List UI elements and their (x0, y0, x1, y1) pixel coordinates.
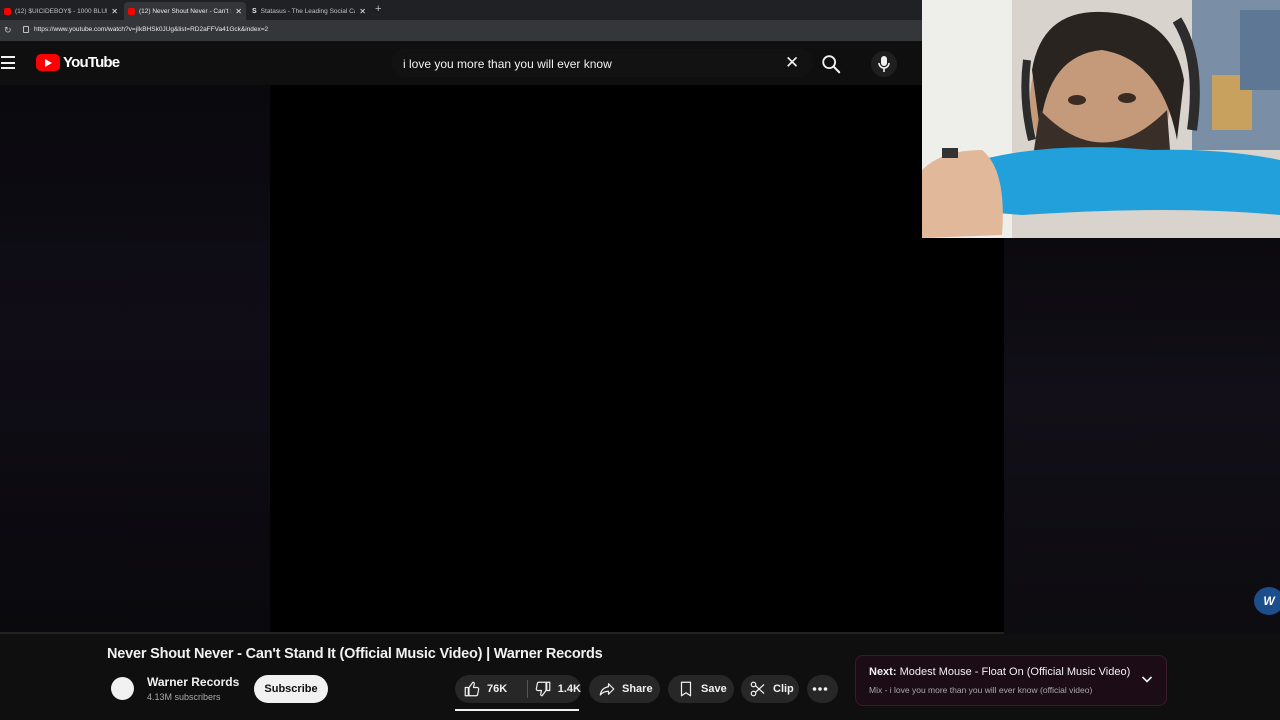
close-tab-icon[interactable]: ✕ (111, 7, 118, 16)
video-player[interactable] (0, 85, 1004, 634)
next-up-card[interactable]: Next: Modest Mouse - Float On (Official … (855, 655, 1167, 706)
share-icon (599, 683, 615, 696)
like-button[interactable]: 76K (455, 680, 527, 698)
like-count: 76K (487, 683, 508, 695)
next-video-title: Modest Mouse - Float On (Official Music … (899, 666, 1131, 678)
clip-label: Clip (773, 683, 794, 695)
ambient-glow-right (1004, 238, 1280, 634)
youtube-favicon-icon (4, 7, 11, 15)
like-dislike-group: 76K 1.4K (455, 675, 581, 703)
microphone-icon (878, 56, 890, 72)
subscriber-count: 4.13M subscribers (147, 692, 221, 702)
video-progress-bar[interactable] (0, 632, 1004, 634)
browser-tab-2[interactable]: (12) Never Shout Never - Can't Stand It … (124, 2, 246, 20)
tab-title: (12) Never Shout Never - Can't Stand It (139, 7, 231, 15)
youtube-wordmark: YouTube (63, 54, 120, 71)
subscribe-button[interactable]: Subscribe (254, 675, 328, 703)
clip-button[interactable]: Clip (741, 675, 799, 703)
next-up-title-line: Next: Modest Mouse - Float On (Official … (869, 666, 1130, 678)
thumbs-up-icon (464, 681, 480, 697)
chevron-down-icon[interactable] (1140, 672, 1154, 686)
save-button[interactable]: Save (668, 675, 734, 703)
share-label: Share (622, 683, 653, 695)
dislike-count: 1.4K (557, 683, 581, 695)
ambient-glow (0, 85, 270, 634)
address-bar: ↻ https://www.youtube.com/watch?v=jIkBHS… (0, 20, 922, 41)
browser-tab-bar: (12) $UICIDEBOY$ - 1000 BLUNTS ✕ (12) Ne… (0, 0, 922, 20)
next-playlist: Mix - i love you more than you will ever… (869, 685, 1093, 695)
channel-name[interactable]: Warner Records (147, 675, 239, 689)
tab-title: Statasus - The Leading Social Cam (260, 7, 356, 15)
site-info-icon[interactable] (23, 26, 29, 33)
dislike-button[interactable]: 1.4K (528, 680, 581, 698)
search-icon[interactable] (820, 53, 842, 75)
channel-watermark[interactable]: W (1254, 587, 1280, 615)
statasus-favicon-icon: S (252, 7, 257, 15)
browser-tab-1[interactable]: (12) $UICIDEBOY$ - 1000 BLUNTS ✕ (0, 2, 122, 20)
next-label: Next: (869, 666, 897, 678)
more-horizontal-icon (812, 687, 827, 691)
reload-icon[interactable]: ↻ (4, 25, 12, 36)
scissors-icon (750, 681, 765, 697)
voice-search-button[interactable] (871, 51, 897, 77)
like-ratio-bar (455, 709, 579, 711)
bookmark-icon (680, 681, 692, 697)
url-field[interactable]: https://www.youtube.com/watch?v=jIkBHSk0… (34, 26, 268, 33)
browser-tab-3[interactable]: S Statasus - The Leading Social Cam ✕ (248, 2, 370, 20)
webcam-overlay (922, 0, 1280, 238)
video-title: Never Shout Never - Can't Stand It (Offi… (107, 646, 603, 662)
search-box[interactable]: i love you more than you will ever know … (391, 49, 813, 77)
close-tab-icon[interactable]: ✕ (359, 7, 366, 16)
clear-search-icon[interactable]: ✕ (785, 54, 799, 71)
youtube-favicon-icon (128, 7, 135, 15)
search-input[interactable]: i love you more than you will ever know (403, 57, 612, 71)
youtube-logo[interactable]: YouTube (36, 54, 120, 71)
thumbs-down-icon (535, 681, 551, 697)
more-actions-button[interactable] (807, 675, 838, 703)
new-tab-button[interactable]: + (375, 3, 381, 15)
youtube-header: YouTube i love you more than you will ev… (0, 41, 922, 85)
close-tab-icon[interactable]: ✕ (235, 7, 242, 16)
save-label: Save (701, 683, 727, 695)
youtube-play-icon (36, 54, 60, 71)
webcam-streamer-image (922, 0, 1280, 238)
hamburger-menu-icon[interactable] (1, 56, 16, 69)
avatar[interactable] (111, 677, 134, 700)
tab-title: (12) $UICIDEBOY$ - 1000 BLUNTS (15, 7, 107, 15)
share-button[interactable]: Share (589, 675, 660, 703)
